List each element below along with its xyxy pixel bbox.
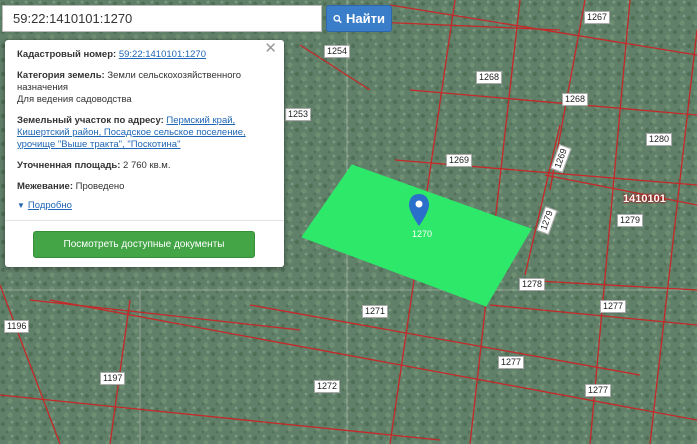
search-button-label: Найти <box>346 11 385 26</box>
parcel-label: 1268 <box>562 93 589 106</box>
parcel-info-card: ✕ Кадастровый номер: 59:22:1410101:1270 … <box>5 40 284 267</box>
close-icon[interactable]: ✕ <box>264 41 277 56</box>
parcel-label: 1272 <box>314 380 341 393</box>
triangle-down-icon: ▼ <box>17 201 25 210</box>
search-button[interactable]: Найти <box>326 5 392 32</box>
survey-value: Проведено <box>75 181 125 192</box>
address-row: Земельный участок по адресу: Пермский кр… <box>17 115 272 151</box>
cadastral-number-row: Кадастровый номер: 59:22:1410101:1270 <box>17 49 272 61</box>
area-label: Уточненная площадь: <box>17 160 121 171</box>
land-usage-value: Для ведения садоводства <box>17 94 132 105</box>
parcel-label: 1254 <box>324 45 351 58</box>
parcel-label: 1253 <box>285 108 312 121</box>
cadastral-quarter-label: 1410101 <box>623 193 666 205</box>
parcel-label: 1197 <box>100 372 126 385</box>
survey-label: Межевание: <box>17 181 73 192</box>
area-row: Уточненная площадь: 2 760 кв.м. <box>17 160 272 172</box>
cadastral-search-input[interactable] <box>2 5 322 32</box>
parcel-label: 1267 <box>584 11 611 24</box>
parcel-label: 1277 <box>600 300 627 313</box>
parcel-label: 1280 <box>646 133 673 146</box>
parcel-label: 1196 <box>4 320 30 333</box>
cadastral-number-link[interactable]: 59:22:1410101:1270 <box>119 49 206 60</box>
card-divider <box>5 220 284 221</box>
more-details-link[interactable]: Подробно <box>28 200 72 212</box>
parcel-label: 1278 <box>519 278 546 291</box>
survey-row: Межевание: Проведено <box>17 181 272 193</box>
land-category-row: Категория земель: Земли сельскохозяйстве… <box>17 70 272 106</box>
cadastral-number-label: Кадастровый номер: <box>17 49 117 60</box>
search-icon <box>333 14 342 23</box>
view-documents-button[interactable]: Посмотреть доступные документы <box>33 231 255 258</box>
parcel-label: 1271 <box>362 305 389 318</box>
address-label: Земельный участок по адресу: <box>17 115 164 126</box>
parcel-label: 1277 <box>585 384 612 397</box>
selected-parcel-label: 1270 <box>412 229 433 239</box>
area-value: 2 760 кв.м. <box>123 160 171 171</box>
parcel-label: 1269 <box>446 154 473 167</box>
parcel-label: 1277 <box>498 356 525 369</box>
parcel-label: 1279 <box>617 214 644 227</box>
land-category-label: Категория земель: <box>17 70 105 81</box>
more-details-toggle[interactable]: ▼ Подробно <box>17 200 272 212</box>
parcel-label: 1268 <box>476 71 503 84</box>
